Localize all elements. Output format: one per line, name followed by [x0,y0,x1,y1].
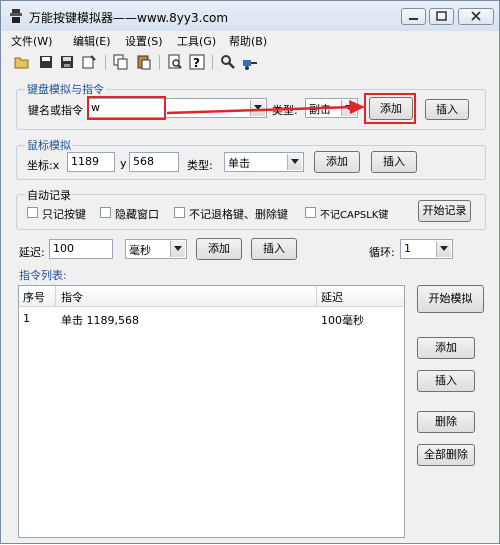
checkbox-no-capslock[interactable] [305,207,316,218]
loop-select[interactable]: 1 [400,239,453,259]
column-separator [316,286,317,306]
start-simulation-button[interactable]: 开始模拟 [417,285,484,313]
column-separator [55,286,56,306]
mouse-type-value: 单击 [228,157,250,170]
mouse-insert-button[interactable]: 插入 [371,151,417,173]
chevron-down-icon[interactable] [170,241,185,257]
column-index[interactable]: 序号 [23,289,45,305]
mouse-add-button[interactable]: 添加 [314,151,360,173]
loop-value: 1 [404,242,411,255]
table-row[interactable]: 1 单击 1189,568 100毫秒 [19,307,404,329]
delay-add-button[interactable]: 添加 [196,238,242,260]
delay-insert-button[interactable]: 插入 [251,238,297,260]
list-delete-all-button[interactable]: 全部删除 [417,444,475,466]
app-window: 万能按键模拟器——www.8yy3.com 文件(W) 编辑(E) 设置(S) … [0,0,500,544]
start-record-button[interactable]: 开始记录 [418,200,471,222]
loop-label: 循环: [369,246,395,259]
checkbox-hide-window-label: 隐藏窗口 [115,208,159,221]
checkbox-no-backspace[interactable] [174,207,185,218]
command-list-header: 序号 指令 延迟 [19,286,404,307]
row-command: 单击 1189,568 [61,314,139,327]
row-delay: 100毫秒 [321,314,364,327]
coord-y-value: 568 [133,155,154,168]
list-delete-button[interactable]: 删除 [417,411,475,433]
checkbox-no-capslock-label: 不记CAPSLK键 [320,210,389,221]
delay-input[interactable]: 100 [49,239,113,259]
checkbox-no-backspace-label: 不记退格键、删除键 [189,208,288,221]
list-add-button[interactable]: 添加 [417,337,475,359]
command-list-label: 指令列表: [19,269,67,282]
checkbox-hide-window[interactable] [100,207,111,218]
row-index: 1 [23,312,30,325]
delay-value: 100 [53,242,74,255]
coord-y-input[interactable]: 568 [129,152,179,172]
chevron-down-icon[interactable] [287,154,302,170]
command-list[interactable]: 序号 指令 延迟 1 单击 1189,568 100毫秒 [18,285,405,538]
checkbox-keys-only-label: 只记按键 [42,208,86,221]
mouse-group-label: 鼠标模拟 [25,137,73,153]
coord-x-label: 坐标:x [27,159,60,172]
list-insert-button[interactable]: 插入 [417,370,475,392]
coord-x-input[interactable]: 1189 [67,152,115,172]
coord-x-value: 1189 [71,155,99,168]
column-delay[interactable]: 延迟 [321,289,343,305]
mouse-type-select[interactable]: 单击 [224,152,304,172]
delay-unit-select[interactable]: 毫秒 [125,239,187,259]
mouse-type-label: 类型: [187,159,213,172]
delay-unit-value: 毫秒 [129,244,151,257]
delay-label: 延迟: [19,246,45,259]
chevron-down-icon[interactable] [436,241,451,257]
coord-y-label: y [120,157,127,170]
column-command[interactable]: 指令 [61,289,83,305]
auto-record-label: 自动记录 [25,187,73,203]
checkbox-keys-only[interactable] [27,207,38,218]
